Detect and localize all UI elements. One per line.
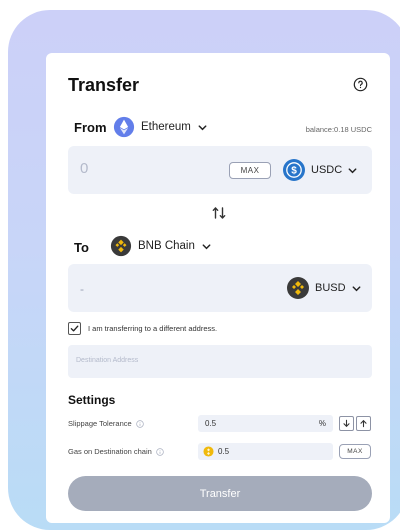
chevron-down-icon: [202, 243, 211, 249]
from-chain-name: Ethereum: [141, 121, 191, 133]
different-address-checkbox[interactable]: [68, 322, 81, 335]
from-token-selector[interactable]: $ USDC: [282, 158, 358, 182]
from-chain-selector[interactable]: Ethereum: [113, 116, 208, 138]
settings-title: Settings: [68, 393, 116, 407]
bnb-coin-icon: [203, 446, 214, 457]
info-icon[interactable]: [135, 419, 144, 428]
slippage-value: 0.5: [205, 419, 217, 428]
gas-label: Gas on Destination chain: [68, 447, 152, 456]
to-chain-name: BNB Chain: [138, 240, 195, 252]
bnb-icon: [110, 235, 132, 257]
slippage-decrease-button[interactable]: [339, 416, 354, 431]
gas-label-row: Gas on Destination chain: [68, 447, 164, 456]
slippage-input[interactable]: 0.5 %: [198, 415, 333, 432]
from-label: From: [74, 120, 107, 135]
destination-address-placeholder: Destination Address: [76, 357, 139, 364]
info-icon[interactable]: [156, 447, 164, 456]
ethereum-icon: [113, 116, 135, 138]
max-button[interactable]: MAX: [229, 162, 271, 179]
from-amount-field: 0 MAX $ USDC: [68, 146, 372, 194]
from-token-name: USDC: [311, 164, 343, 176]
slippage-label-row: Slippage Tolerance: [68, 419, 144, 428]
checkmark-icon: [70, 325, 79, 332]
transfer-button[interactable]: Transfer: [68, 476, 372, 511]
different-address-row: I am transferring to a different address…: [68, 322, 217, 335]
busd-icon: [287, 277, 309, 299]
page-title: Transfer: [68, 75, 140, 95]
chevron-down-icon: [348, 167, 357, 173]
chevron-down-icon: [352, 285, 361, 291]
different-address-label: I am transferring to a different address…: [88, 324, 218, 333]
to-token-selector[interactable]: BUSD: [286, 276, 362, 300]
to-label: To: [74, 240, 89, 255]
to-amount-field: - BUSD: [68, 264, 372, 312]
balance-text: balance:0.18 USDC: [305, 125, 372, 134]
to-token-name: BUSD: [315, 282, 346, 294]
usdc-icon: $: [283, 159, 305, 181]
arrow-up-icon: [360, 419, 367, 428]
chevron-down-icon: [198, 124, 207, 130]
help-circle-icon[interactable]: [353, 77, 368, 92]
slippage-increase-button[interactable]: [356, 416, 371, 431]
slippage-unit: %: [318, 419, 326, 428]
svg-text:$: $: [291, 166, 297, 177]
arrow-down-icon: [343, 419, 350, 428]
to-chain-selector[interactable]: BNB Chain: [110, 235, 212, 257]
destination-address-input[interactable]: Destination Address: [68, 345, 372, 378]
gas-value: 0.5: [218, 447, 230, 456]
to-amount-value: -: [80, 282, 84, 296]
gas-input[interactable]: 0.5: [198, 443, 333, 460]
swap-arrows-icon[interactable]: [211, 205, 227, 221]
slippage-label: Slippage Tolerance: [68, 419, 132, 428]
gas-max-button[interactable]: MAX: [339, 444, 371, 459]
transfer-card: Transfer From Ethereum balance:0.18 USDC…: [46, 53, 390, 523]
from-amount-input[interactable]: 0: [80, 160, 88, 177]
